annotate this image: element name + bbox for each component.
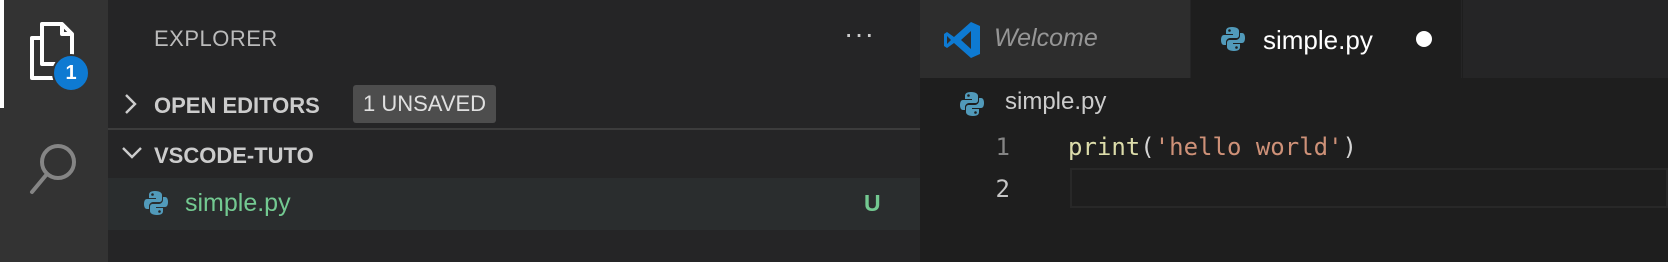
folder-label: VSCODE-TUTO <box>154 143 314 168</box>
tab-bar: Welcome simple.py <box>920 0 1668 78</box>
python-icon <box>144 190 168 221</box>
code-function: print <box>1068 133 1141 161</box>
tab-label: simple.py <box>1263 25 1373 55</box>
current-line-highlight <box>1070 168 1668 208</box>
chevron-down-icon <box>120 144 144 167</box>
git-status-badge: U <box>864 190 881 216</box>
tab-welcome[interactable]: Welcome <box>920 0 1190 78</box>
explorer-title: EXPLORER <box>154 26 278 51</box>
file-item-simple-py[interactable]: simple.py U <box>108 178 920 230</box>
python-icon <box>960 91 984 122</box>
editor-area: Welcome simple.py simple.py 1 2 print('h… <box>920 0 1668 262</box>
explorer-sidebar: EXPLORER ··· OPEN EDITORS 1 UNSAVED VSCO… <box>108 0 920 262</box>
code-paren-open: ( <box>1140 133 1155 161</box>
folder-section[interactable]: VSCODE-TUTO <box>108 130 920 178</box>
active-indicator <box>0 0 4 108</box>
python-icon <box>1221 26 1245 57</box>
notification-badge: 1 <box>52 54 90 92</box>
search-icon[interactable] <box>28 140 84 200</box>
chevron-right-icon <box>122 92 138 121</box>
breadcrumb-file: simple.py <box>1005 88 1107 115</box>
line-number: 2 <box>995 175 1010 203</box>
unsaved-dot-icon[interactable] <box>1416 31 1432 47</box>
code-paren-close: ) <box>1342 133 1357 161</box>
tab-separator <box>1462 0 1463 78</box>
vscode-icon <box>942 20 982 65</box>
activity-bar: 1 <box>0 0 108 262</box>
open-editors-label: OPEN EDITORS <box>154 93 320 118</box>
unsaved-badge: 1 UNSAVED <box>353 85 497 123</box>
tab-simple-py[interactable]: simple.py <box>1191 0 1461 78</box>
line-number: 1 <box>995 133 1010 161</box>
file-name: simple.py <box>185 189 291 217</box>
code-string: 'hello world' <box>1154 133 1343 161</box>
more-actions-button[interactable]: ··· <box>844 18 875 50</box>
open-editors-section[interactable]: OPEN EDITORS 1 UNSAVED <box>108 78 920 130</box>
tab-label: Welcome <box>994 24 1098 52</box>
code-line[interactable]: print('hello world') <box>1068 133 1357 161</box>
